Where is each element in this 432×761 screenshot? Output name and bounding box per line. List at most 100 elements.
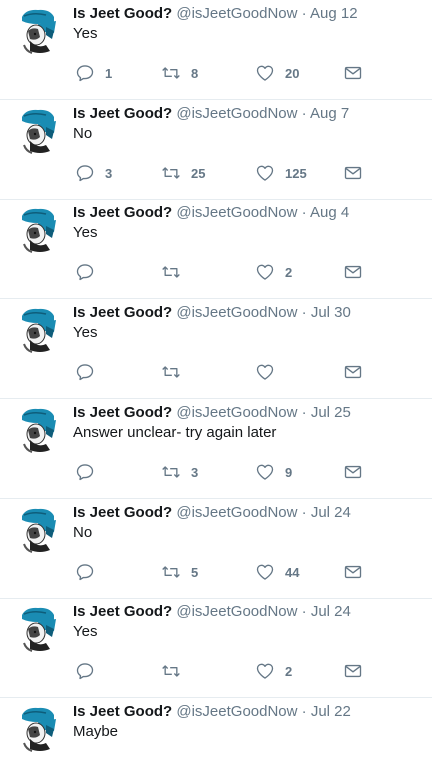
reply-icon	[76, 364, 94, 381]
avatar[interactable]	[16, 107, 64, 155]
avatar[interactable]	[16, 506, 64, 554]
reply-button[interactable]: 1	[75, 62, 112, 84]
retweet-icon	[162, 566, 180, 578]
envelope-icon	[344, 66, 362, 80]
tweet-actions: 2	[73, 660, 373, 682]
reply-button[interactable]	[75, 561, 105, 583]
direct-message-button[interactable]	[343, 561, 363, 583]
avatar[interactable]	[16, 7, 64, 55]
tweet-text: Maybe	[73, 723, 119, 740]
tweet-date[interactable]: Jul 25	[311, 404, 351, 421]
like-button[interactable]: 20	[255, 62, 299, 84]
tweet-date[interactable]: Jul 22	[311, 703, 351, 720]
reply-button[interactable]	[75, 261, 105, 283]
account-handle[interactable]: @isJeetGoodNow	[176, 603, 297, 620]
account-name[interactable]: Is Jeet Good?	[73, 603, 172, 620]
reply-button[interactable]	[75, 361, 105, 383]
retweet-icon	[162, 167, 180, 179]
tweet-date[interactable]: Jul 30	[311, 304, 351, 321]
direct-message-button[interactable]	[343, 261, 363, 283]
like-button[interactable]: 125	[255, 162, 307, 184]
heart-icon	[256, 264, 274, 280]
tweet-text: No	[73, 125, 93, 142]
account-name[interactable]: Is Jeet Good?	[73, 304, 172, 321]
tweet-header: Is Jeet Good? @isJeetGoodNow · Jul 24	[73, 504, 351, 522]
avatar[interactable]	[16, 605, 64, 653]
tweet-item[interactable]: Is Jeet Good? @isJeetGoodNow · Jul 25 An…	[0, 399, 432, 499]
direct-message-button[interactable]	[343, 361, 363, 383]
tweet-item[interactable]: Is Jeet Good? @isJeetGoodNow · Aug 4 Yes	[0, 199, 432, 299]
avatar-image	[16, 306, 64, 354]
account-name[interactable]: Is Jeet Good?	[73, 204, 172, 221]
tweet-date[interactable]: Aug 12	[310, 5, 358, 22]
account-handle[interactable]: @isJeetGoodNow	[176, 404, 297, 421]
account-name[interactable]: Is Jeet Good?	[73, 105, 172, 122]
direct-message-button[interactable]	[343, 162, 363, 184]
like-button[interactable]: 2	[255, 261, 292, 283]
account-handle[interactable]: @isJeetGoodNow	[176, 105, 297, 122]
tweet-item[interactable]: Is Jeet Good? @isJeetGoodNow · Aug 7 No …	[0, 100, 432, 200]
retweet-button[interactable]: 5	[161, 561, 198, 583]
retweet-icon	[162, 266, 180, 278]
retweet-button[interactable]: 25	[161, 162, 205, 184]
direct-message-button[interactable]	[343, 461, 363, 483]
tweet-date[interactable]: Aug 4	[310, 204, 349, 221]
tweet-text: Yes	[73, 224, 98, 241]
tweet-item[interactable]: Is Jeet Good? @isJeetGoodNow · Jul 24 Ye…	[0, 598, 432, 698]
tweet-item[interactable]: Is Jeet Good? @isJeetGoodNow · Jul 22 Ma…	[0, 698, 432, 761]
tweet-actions: 5 44	[73, 561, 373, 583]
like-button[interactable]: 2	[255, 660, 292, 682]
heart-icon	[256, 464, 274, 480]
account-handle[interactable]: @isJeetGoodNow	[176, 5, 297, 22]
like-button[interactable]: 44	[255, 561, 299, 583]
tweet-item[interactable]: Is Jeet Good? @isJeetGoodNow · Aug 12 Ye…	[0, 0, 432, 100]
account-handle[interactable]: @isJeetGoodNow	[176, 703, 297, 720]
account-name[interactable]: Is Jeet Good?	[73, 703, 172, 720]
direct-message-button[interactable]	[343, 660, 363, 682]
like-button[interactable]	[255, 361, 285, 383]
envelope-icon	[344, 664, 362, 678]
like-count: 20	[285, 65, 300, 81]
tweet-date[interactable]: Jul 24	[311, 603, 351, 620]
like-count: 125	[285, 165, 307, 181]
tweet-feed: Is Jeet Good? @isJeetGoodNow · Aug 12 Ye…	[0, 0, 432, 761]
avatar-image	[16, 206, 64, 254]
tweet-date[interactable]: Jul 24	[311, 504, 351, 521]
account-handle[interactable]: @isJeetGoodNow	[176, 204, 297, 221]
like-button[interactable]: 9	[255, 461, 292, 483]
separator: ·	[301, 404, 307, 421]
retweet-icon	[162, 466, 180, 478]
account-handle[interactable]: @isJeetGoodNow	[176, 504, 297, 521]
tweet-item[interactable]: Is Jeet Good? @isJeetGoodNow · Jul 24 No	[0, 499, 432, 599]
retweet-button[interactable]	[161, 261, 191, 283]
tweet-actions: 1 8 20	[73, 62, 373, 84]
avatar[interactable]	[16, 206, 64, 254]
tweet-date[interactable]: Aug 7	[310, 105, 349, 122]
heart-icon	[256, 663, 274, 679]
tweet-item[interactable]: Is Jeet Good? @isJeetGoodNow · Jul 30 Ye…	[0, 299, 432, 399]
separator: ·	[301, 703, 307, 720]
account-handle[interactable]: @isJeetGoodNow	[176, 304, 297, 321]
reply-button[interactable]: 3	[75, 162, 112, 184]
retweet-button[interactable]	[161, 660, 191, 682]
account-name[interactable]: Is Jeet Good?	[73, 5, 172, 22]
like-count: 2	[285, 663, 293, 679]
tweet-text: Yes	[73, 324, 98, 341]
avatar[interactable]	[16, 705, 64, 753]
retweet-button[interactable]: 3	[161, 461, 198, 483]
account-name[interactable]: Is Jeet Good?	[73, 504, 172, 521]
avatar-image	[16, 705, 64, 753]
tweet-text: Yes	[73, 623, 98, 640]
avatar[interactable]	[16, 306, 64, 354]
tweet-actions: 3 25 125	[73, 162, 373, 184]
reply-button[interactable]	[75, 660, 105, 682]
retweet-button[interactable]: 8	[161, 62, 198, 84]
account-name[interactable]: Is Jeet Good?	[73, 404, 172, 421]
tweet-header: Is Jeet Good? @isJeetGoodNow · Jul 25	[73, 404, 351, 422]
retweet-button[interactable]	[161, 361, 191, 383]
direct-message-button[interactable]	[343, 62, 363, 84]
avatar[interactable]	[16, 406, 64, 454]
like-count: 44	[285, 564, 300, 580]
reply-button[interactable]	[75, 461, 105, 483]
retweet-count: 25	[191, 165, 206, 181]
